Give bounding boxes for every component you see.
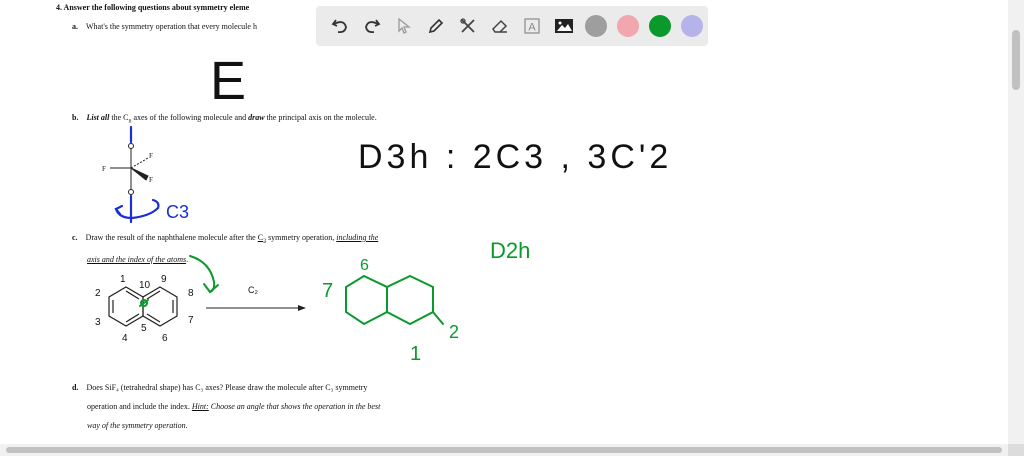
index-7: 7	[188, 315, 194, 326]
eraser-tool-button[interactable]	[484, 10, 516, 42]
green-ring-left	[345, 274, 388, 326]
index-4: 4	[122, 333, 128, 344]
molecule-b	[110, 143, 149, 195]
index-2: 2	[95, 288, 101, 299]
axis-bottom-end	[128, 189, 134, 195]
atom-f-up: F	[149, 152, 153, 160]
operation-arrowhead	[298, 305, 306, 311]
green-arrowhead	[203, 283, 219, 294]
green-annotations	[139, 255, 444, 326]
index-6: 6	[162, 333, 168, 344]
green-arrow-curve	[189, 255, 216, 293]
atom-f-right: F	[149, 176, 153, 184]
index-10: 10	[139, 280, 151, 291]
image-tool-button[interactable]	[548, 10, 580, 42]
index-3: 3	[95, 317, 101, 328]
double-bond-b	[125, 290, 140, 300]
color-pink-button[interactable]	[612, 10, 644, 42]
color-swatch-gray	[585, 15, 607, 37]
handwritten-index-top: 6	[360, 257, 369, 274]
eraser-icon	[492, 19, 508, 33]
image-icon	[555, 19, 573, 33]
blue-axis-label: C3	[166, 202, 189, 222]
naphthalene-ring-left	[108, 286, 144, 327]
pen-icon	[428, 18, 444, 34]
axis-top-end	[128, 143, 134, 149]
bond-wedge	[130, 167, 149, 181]
double-bond-f	[146, 313, 161, 323]
color-lavender-button[interactable]	[676, 10, 708, 42]
scrollbar-corner	[1008, 444, 1024, 456]
text-icon: A	[524, 18, 540, 34]
index-1: 1	[120, 274, 126, 285]
color-swatch-green	[649, 15, 671, 37]
vertical-scrollbar[interactable]	[1008, 0, 1024, 444]
select-pointer-icon	[398, 17, 411, 34]
horizontal-scroll-thumb[interactable]	[6, 447, 1002, 453]
handwritten-index-bottom: 1	[410, 343, 421, 365]
tools-icon	[460, 18, 475, 33]
atom-f-left: F	[102, 165, 106, 173]
undo-icon	[331, 19, 347, 34]
document-page: 4. Answer the following questions about …	[0, 0, 1008, 444]
vertical-scroll-thumb[interactable]	[1012, 30, 1020, 90]
green-index-tick	[432, 311, 444, 325]
blue-axis-annotation	[114, 125, 160, 224]
handwritten-answer-b: D3h : 2C3 , 3C'2	[358, 138, 672, 176]
color-green-button[interactable]	[644, 10, 676, 42]
select-tool-button[interactable]	[388, 10, 420, 42]
index-5: 5	[141, 323, 147, 334]
text-tool-glyph: A	[528, 22, 536, 34]
handwritten-answer-a: E	[210, 51, 246, 111]
tools-button[interactable]	[452, 10, 484, 42]
redo-icon	[365, 19, 381, 34]
index-9: 9	[161, 274, 167, 285]
color-swatch-pink	[617, 15, 639, 37]
operation-arrow-label: C₂	[248, 285, 258, 295]
horizontal-scrollbar[interactable]	[0, 444, 1024, 456]
index-8: 8	[188, 288, 194, 299]
green-ring-right	[386, 274, 434, 326]
color-swatch-lavender	[681, 15, 703, 37]
handwritten-index-right: 2	[449, 322, 459, 342]
color-gray-button[interactable]	[580, 10, 612, 42]
text-tool-button[interactable]: A	[516, 10, 548, 42]
double-bond-e	[146, 290, 161, 300]
double-bond-c	[125, 313, 140, 323]
bond-hashed	[130, 157, 149, 169]
annotation-toolbar: A	[316, 6, 708, 46]
handwritten-index-left: 7	[322, 280, 333, 302]
undo-button[interactable]	[324, 10, 356, 42]
blue-rotation-arrow	[114, 198, 160, 220]
handwritten-point-group-c: D2h	[490, 238, 530, 263]
naphthalene-ring-right	[142, 286, 178, 327]
figures-layer: F F F 1 2 3 4 5 6 7 8 9 10 C₂ E D3h: 2C…	[95, 51, 672, 365]
pen-tool-button[interactable]	[420, 10, 452, 42]
redo-button[interactable]	[356, 10, 388, 42]
